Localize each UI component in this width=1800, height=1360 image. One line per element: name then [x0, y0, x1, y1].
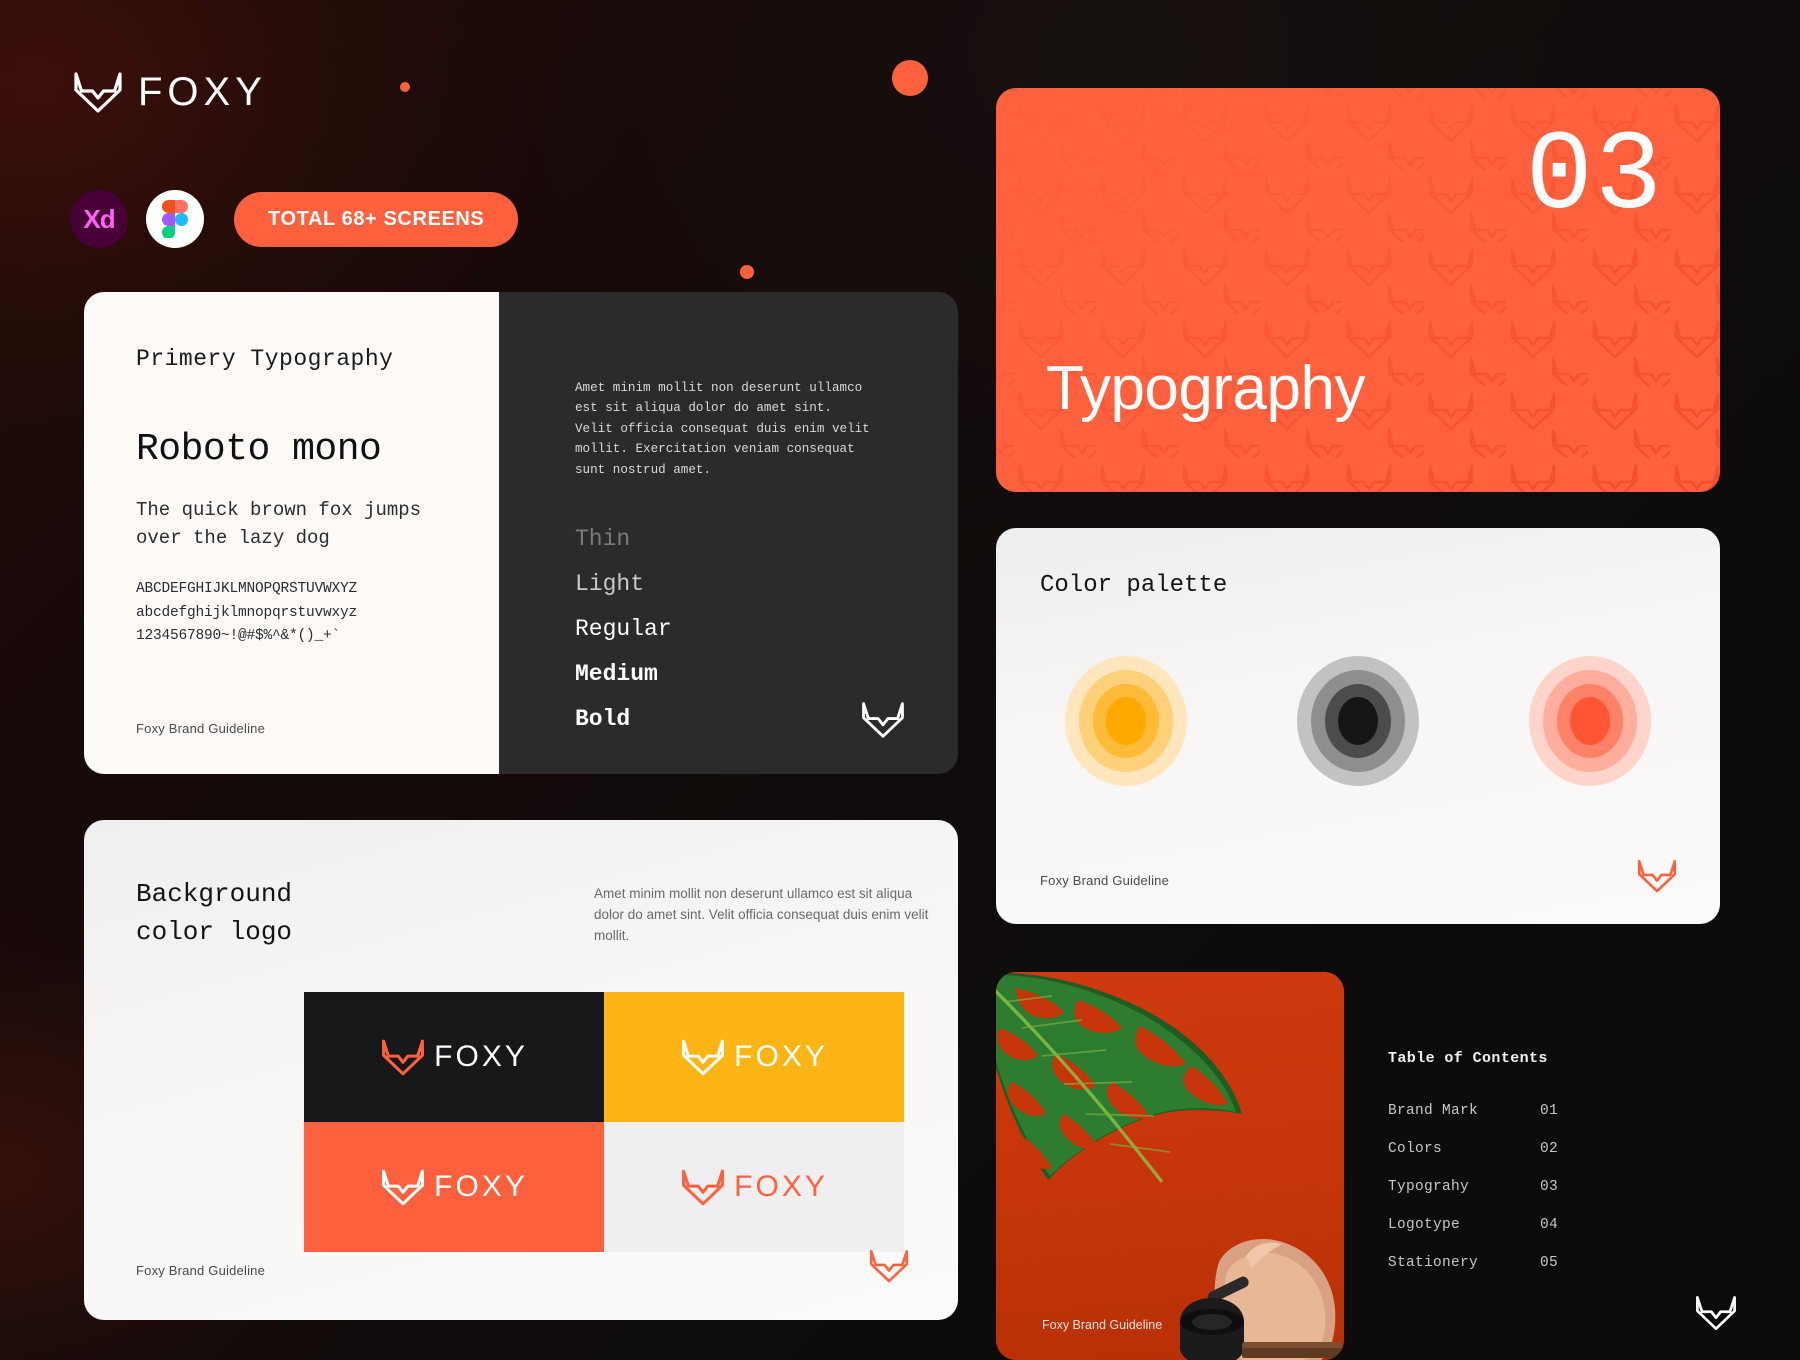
logo-wordmark: FOXY — [734, 1170, 828, 1203]
tool-badges-row: Xd TOTAL 68+ SCREENS — [70, 190, 519, 248]
logo-wordmark: FOXY — [434, 1040, 528, 1073]
background-logo-title-line2: color logo — [136, 916, 293, 947]
section-title: Typography — [1046, 354, 1366, 423]
fox-head-icon — [682, 1039, 725, 1076]
color-swatch-neutral — [1297, 656, 1419, 786]
logo-lockup: FOXY — [380, 1037, 528, 1077]
card-footer-label: Foxy Brand Guideline — [136, 1263, 266, 1278]
specimen-paragraph: Amet minim mollit non deserunt ullamco e… — [575, 381, 870, 477]
monstera-leaf-image — [996, 972, 1242, 1184]
brand-lockup: FOXY — [72, 70, 267, 114]
logo-tile-dark: FOXY — [304, 992, 604, 1122]
stationery-photo-card: Foxy Brand Guideline — [996, 972, 1344, 1360]
adobe-xd-icon[interactable]: Xd — [70, 190, 128, 248]
typeface-name: Roboto mono — [136, 428, 382, 471]
logo-lockup: FOXY — [680, 1037, 828, 1077]
toc-row-typography[interactable]: Typograhy 03 — [1388, 1179, 1688, 1195]
fox-head-icon — [868, 1248, 910, 1284]
swatch-core — [1106, 697, 1146, 745]
toc-label: Logotype — [1388, 1217, 1461, 1233]
toc-number: 05 — [1540, 1255, 1559, 1271]
background-color-logo-card: Background color logo Amet minim mollit … — [84, 820, 958, 1320]
toc-label: Typograhy — [1388, 1179, 1470, 1195]
toc-row-logotype[interactable]: Logotype 04 — [1388, 1217, 1688, 1233]
card-footer-label: Foxy Brand Guideline — [136, 721, 266, 736]
logo-tile-light: FOXY — [604, 1122, 904, 1252]
fox-head-icon — [382, 1039, 425, 1076]
logo-tile-coral: FOXY — [304, 1122, 604, 1252]
weight-thin: Thin — [575, 525, 631, 552]
fox-head-icon — [860, 700, 906, 740]
weight-regular: Regular — [575, 615, 672, 642]
logo-tile-amber: FOXY — [604, 992, 904, 1122]
fox-head-icon — [72, 70, 124, 114]
decor-dot-large — [892, 60, 928, 96]
toc-number: 02 — [1540, 1141, 1559, 1157]
typography-specimen-panel: Primery Typography Roboto mono The quick… — [84, 292, 499, 774]
typography-kicker: Primery Typography — [136, 346, 394, 372]
background-logo-description: Amet minim mollit non deserunt ullamco e… — [594, 886, 929, 943]
logo-wordmark: FOXY — [734, 1040, 828, 1073]
logo-lockup: FOXY — [680, 1167, 828, 1207]
fox-head-icon — [1694, 1294, 1738, 1332]
glyphs-digits-symbols: 1234567890~!@#$%^&*()_+` — [136, 628, 341, 645]
weight-light: Light — [575, 570, 645, 597]
hand-with-object-image — [1180, 1239, 1342, 1360]
glyphs-uppercase: ABCDEFGHIJKLMNOPQRSTUVWXYZ — [136, 581, 358, 598]
section-number: 03 — [1525, 114, 1664, 241]
pangram-text: The quick brown fox jumps over the lazy … — [136, 499, 422, 549]
figma-icon[interactable] — [146, 190, 204, 248]
background-logo-title: Background color logo — [136, 876, 292, 951]
color-palette-card: Color palette Foxy Brand Guideline — [996, 528, 1720, 924]
toc-label: Colors — [1388, 1141, 1443, 1157]
glyph-set: ABCDEFGHIJKLMNOPQRSTUVWXYZ abcdefghijklm… — [136, 578, 455, 648]
swatch-core — [1338, 697, 1378, 745]
toc-row-stationery[interactable]: Stationery 05 — [1388, 1255, 1688, 1271]
toc-row-colors[interactable]: Colors 02 — [1388, 1141, 1688, 1157]
decor-dot-small-2 — [740, 265, 754, 279]
total-screens-button[interactable]: TOTAL 68+ SCREENS — [234, 191, 519, 247]
fox-head-icon — [382, 1169, 425, 1206]
logo-lockup: FOXY — [380, 1167, 528, 1207]
toc-label: Stationery — [1388, 1255, 1479, 1271]
adobe-xd-label: Xd — [83, 204, 115, 234]
typography-weights-panel: Amet minim mollit non deserunt ullamco e… — [499, 292, 958, 774]
card-footer-label: Foxy Brand Guideline — [1042, 1318, 1163, 1332]
toc-label: Brand Mark — [1388, 1103, 1479, 1119]
color-swatch-amber — [1065, 656, 1187, 786]
color-palette-title: Color palette — [1040, 572, 1228, 599]
glyphs-lowercase: abcdefghijklmnopqrstuvwxyz — [136, 604, 358, 621]
decor-dot-small-1 — [400, 82, 410, 92]
section-cover-typography-card: 03 Typography — [996, 88, 1720, 492]
fox-head-icon — [1636, 858, 1678, 894]
toc-number: 03 — [1540, 1179, 1559, 1195]
logo-variant-grid: FOXY FOXY FOXY FOXY — [304, 992, 904, 1252]
weight-medium: Medium — [575, 660, 658, 687]
toc-row-brand-mark[interactable]: Brand Mark 01 — [1388, 1103, 1688, 1119]
card-footer-label: Foxy Brand Guideline — [1040, 873, 1170, 888]
primary-typography-card: Primery Typography Roboto mono The quick… — [84, 292, 958, 774]
background-logo-title-line1: Background — [136, 879, 293, 909]
brand-wordmark: FOXY — [138, 70, 267, 114]
logo-wordmark: FOXY — [434, 1170, 528, 1203]
swatch-core — [1570, 697, 1610, 745]
toc-number: 01 — [1540, 1103, 1559, 1119]
table-of-contents: Table of Contents Brand Mark 01 Colors 0… — [1388, 1050, 1688, 1293]
fox-head-icon — [682, 1169, 725, 1206]
color-swatch-coral — [1529, 656, 1651, 786]
table-of-contents-title: Table of Contents — [1388, 1050, 1548, 1067]
color-swatch-row — [996, 656, 1720, 786]
toc-number: 04 — [1540, 1217, 1559, 1233]
